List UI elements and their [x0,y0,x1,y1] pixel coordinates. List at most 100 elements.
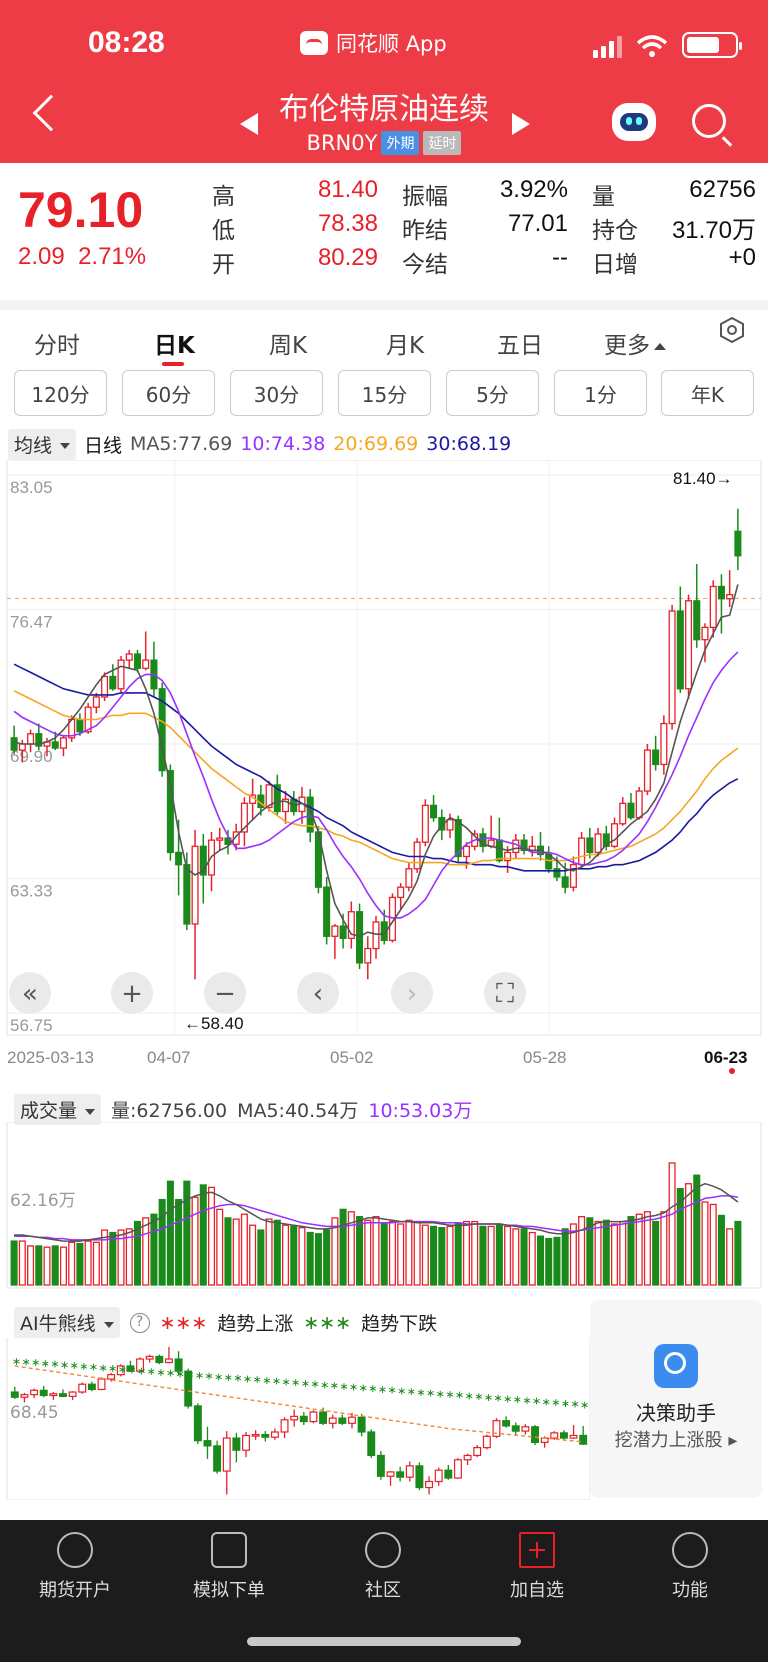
trend-down-marker: ∗ [359,1381,368,1394]
quote-field-label: 开 [212,252,235,278]
decision-assistant-card[interactable]: 决策助手 挖潜力上涨股 ▸ [590,1300,762,1498]
nav-functions[interactable]: 功能 [630,1532,750,1602]
volume-bar [109,1231,117,1286]
ai-dropdown[interactable]: AI牛熊线 [14,1307,120,1338]
tab-more[interactable]: 更多 [604,326,666,360]
svg-text:+: + [121,979,143,1009]
nav-label: 社区 [365,1580,401,1601]
volume-bar [166,1180,174,1286]
trend-down-marker: ∗ [493,1392,502,1405]
status-time: 08:28 [88,26,165,59]
trend-down-marker: ∗ [474,1390,483,1403]
candle-body [117,659,125,690]
tab-weekly-k[interactable]: 周K [269,326,307,360]
candle-body [685,600,693,690]
ai-candle-body [155,1355,164,1364]
candle-body [372,921,380,950]
wifi-icon [636,35,668,57]
volume-chart[interactable]: 62.16万 [0,1122,768,1298]
candle-body [59,737,67,749]
candle-body [586,837,594,854]
nav-add-watchlist[interactable]: 加自选 [477,1532,597,1602]
ai-candle-body [405,1465,414,1478]
volume-bar [487,1225,495,1286]
zoom-out-icon[interactable]: − [204,972,246,1014]
tab-fenshi[interactable]: 分时 [34,326,80,360]
period-15min[interactable]: 15分 [338,370,431,416]
tab-monthly-k[interactable]: 月K [386,326,424,360]
ai-candle-body [425,1480,434,1489]
candle-body [191,845,199,925]
kline-chart[interactable]: 83.0576.4769.9063.3356.7581.40→←58.40202… [0,460,768,1080]
collapse-left-icon[interactable]: « [9,972,51,1014]
period-1min[interactable]: 1分 [554,370,647,416]
period-5min[interactable]: 5分 [446,370,539,416]
trend-down-marker: ∗ [99,1361,108,1374]
tab-five-day[interactable]: 五日 [497,326,543,360]
volume-bar [216,1208,224,1286]
volume-bar [92,1241,100,1286]
ai-candle-body [415,1465,424,1489]
ma20-line [13,690,739,866]
help-icon[interactable]: ? [129,1312,150,1333]
period-30min[interactable]: 30分 [230,370,323,416]
nav-community[interactable]: 社区 [323,1532,443,1602]
x-tick-label: 2025-03-13 [7,1048,94,1067]
volume-bar [133,1220,142,1286]
trend-down-marker: ∗ [426,1387,435,1400]
x-tick-label: 04-07 [147,1048,190,1067]
ai-robot-button[interactable] [612,103,656,141]
volume-bar [462,1220,471,1286]
quote-field-value: 62756 [689,176,756,203]
volume-bar [602,1219,610,1286]
settings-hex-icon[interactable] [718,316,746,344]
ai-candle-body [338,1417,347,1424]
volume-bar [454,1222,462,1286]
nav-simulated-order[interactable]: 模拟下单 [169,1532,289,1602]
trend-down-marker: ∗ [108,1362,117,1375]
trend-down-marker: ∗ [388,1384,397,1397]
tab-more-label: 更多 [604,333,650,359]
search-button[interactable] [692,104,726,138]
candle-body [183,864,191,925]
ai-bull-bear-chart[interactable]: 68.45∗ ∗ ∗ ∗ ∗ ∗ ∗ ∗ ∗ ∗ ∗ ∗ ∗ ∗ ∗ ∗ ∗ ∗ ∗ ∗ ∗ ∗ ∗ ∗ ∗ ∗ ∗ ∗ ∗ ∗ ∗ ∗ ∗ ∗ ∗… [0,1338,590,1500]
volume-bar [372,1216,380,1286]
max-price-label: 81.40→ [673,469,733,488]
volume-bar [150,1213,158,1286]
ai-candle-body [502,1420,511,1427]
volume-bar [627,1216,635,1286]
quote-field-label: 日增 [592,252,638,278]
volume-tick-label: 62.16万 [10,1191,76,1211]
nav-open-account[interactable]: 期货开户 [15,1532,135,1602]
volume-bar [536,1235,545,1286]
candle-body [660,722,668,766]
nav-label: 模拟下单 [193,1580,265,1601]
volume-bar [175,1198,183,1286]
nav-label: 功能 [672,1580,708,1601]
ai-legend: AI牛熊线 ? ∗∗∗ 趋势上涨 ∗∗∗ 趋势下跌 [14,1307,437,1338]
volume-bar [512,1228,520,1286]
ai-candle-body [107,1374,116,1380]
trend-down-marker: ∗ [50,1358,59,1371]
volume-dropdown[interactable]: 成交量 [14,1094,102,1125]
zoom-in-icon[interactable]: + [111,972,153,1014]
period-year-k[interactable]: 年K [661,370,754,416]
scroll-right-icon[interactable]: › [391,972,433,1014]
ma-dropdown[interactable]: 均线 [8,428,77,460]
trend-down-marker: ∗ [320,1378,329,1391]
trend-down-marker: ∗ [407,1385,416,1398]
scroll-left-icon[interactable]: ‹ [297,972,339,1014]
svg-text:‹: ‹ [313,979,323,1009]
tab-daily-k[interactable]: 日K [154,326,195,360]
quote-field-label: 今结 [402,252,448,278]
candle-body [397,886,405,899]
ai-candle-body [511,1425,520,1432]
y-tick-label: 63.33 [10,882,53,901]
user-icon [57,1532,93,1568]
volume-bar [76,1242,84,1286]
period-120min[interactable]: 120分 [14,370,107,416]
trend-down-marker: ∗ [436,1387,445,1400]
fullscreen-icon[interactable]: ⛶ [484,972,526,1014]
period-60min[interactable]: 60分 [122,370,215,416]
volume-bar [471,1220,479,1286]
